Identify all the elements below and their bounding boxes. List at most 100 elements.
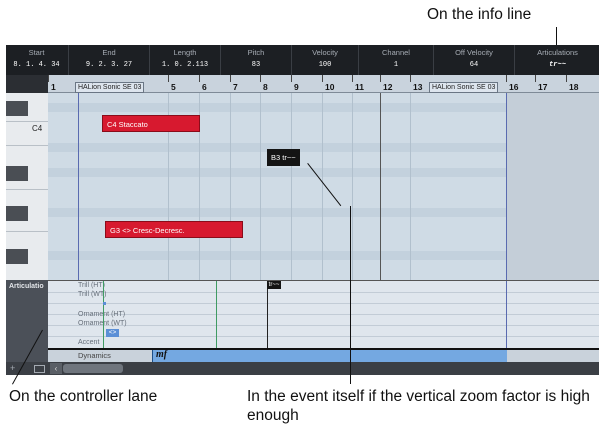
lane-row (48, 314, 599, 315)
ruler-bar-13: 13 (413, 82, 423, 92)
ruler-tick (230, 75, 231, 82)
info-end-label: End (102, 48, 116, 57)
key-divider (6, 189, 48, 190)
controller-lane-header[interactable]: Articulatio (6, 280, 48, 348)
black-key[interactable] (6, 166, 28, 181)
ruler-instrument-left: HALion Sonic SE 03 (75, 82, 145, 93)
ruler-bar-9: 9 (294, 82, 299, 92)
lane-row (48, 325, 599, 326)
ruler-bar-1: 1 (51, 82, 56, 92)
black-key[interactable] (6, 249, 28, 264)
note-c4-staccato[interactable]: C4 Staccato (102, 115, 200, 132)
leader-info-line (556, 27, 557, 45)
ruler-bar-7: 7 (233, 82, 238, 92)
info-velocity-label: Velocity (312, 48, 338, 57)
ruler-bar-8: 8 (263, 82, 268, 92)
ruler-tick (260, 75, 261, 82)
info-velocity-value[interactable]: 100 (292, 61, 358, 69)
note-grid[interactable]: C4 Staccato B3 tr~~ G3 <> Cresc-Decresc. (48, 93, 599, 280)
lane-marker-dot[interactable] (103, 302, 106, 305)
key-divider (6, 145, 48, 146)
black-key[interactable] (6, 101, 28, 116)
info-velocity[interactable]: Velocity 100 (291, 45, 358, 75)
callout-event-itself: In the event itself if the vertical zoom… (247, 388, 590, 424)
info-length-value[interactable]: 1. 0. 2.113 (150, 61, 220, 69)
articulation-trill-ht: Trill (HT) (78, 282, 105, 289)
bar-line (260, 93, 261, 280)
note-g3-cresc[interactable]: G3 <> Cresc-Decresc. (105, 221, 243, 238)
articulation-lane[interactable]: Trill (HT) Trill (WT) Ornament (HT) Orna… (48, 280, 599, 349)
key-divider (6, 231, 48, 232)
info-pitch-value[interactable]: 83 (221, 61, 291, 69)
ruler-bar-11: 11 (355, 82, 364, 92)
info-pitch-label: Pitch (247, 48, 265, 57)
ruler-bar-16: 16 (509, 82, 519, 92)
lane-marker-cresc[interactable]: <> (106, 329, 119, 337)
bar-line (410, 93, 411, 280)
timeline-ruler[interactable]: 1 HALion Sonic SE 03 5 6 7 8 9 10 11 12 … (48, 75, 599, 93)
lane-event-line (267, 281, 268, 349)
lane-toggle-icon[interactable] (34, 365, 45, 373)
ruler-tick (352, 75, 353, 82)
callout-controller-lane: On the controller lane (9, 388, 158, 405)
playback-cursor[interactable] (380, 93, 381, 280)
lane-row (48, 303, 599, 304)
info-off-velocity-value[interactable]: 64 (434, 61, 514, 69)
lane-row (48, 336, 599, 337)
info-start[interactable]: Start 8. 1. 4. 34 (6, 45, 67, 75)
info-channel[interactable]: Channel 1 (358, 45, 433, 75)
leader-event-vertical (350, 206, 351, 384)
info-length[interactable]: Length 1. 0. 2.113 (149, 45, 220, 75)
bar-line (322, 93, 323, 280)
bottom-bar: + ‹ (6, 362, 599, 375)
info-channel-value[interactable]: 1 (359, 61, 433, 69)
info-pitch[interactable]: Pitch 83 (220, 45, 291, 75)
black-key[interactable] (6, 206, 28, 221)
horizontal-scrollbar-thumb[interactable] (63, 364, 123, 373)
ruler-bar-5: 5 (171, 82, 176, 92)
part-boundary (506, 281, 507, 349)
ruler-bar-17: 17 (538, 82, 548, 92)
info-start-value[interactable]: 8. 1. 4. 34 (6, 61, 67, 69)
ruler-instrument-right: HALion Sonic SE 03 (429, 82, 499, 93)
bar-line (230, 93, 231, 280)
info-off-velocity[interactable]: Off Velocity 64 (433, 45, 514, 75)
outside-part-area (507, 93, 599, 280)
scroll-left-icon[interactable]: ‹ (50, 363, 62, 374)
info-start-label: Start (28, 48, 45, 57)
bar-line (352, 93, 353, 280)
info-articulations-label: Articulations (537, 48, 578, 57)
ruler-tick (291, 75, 292, 82)
ruler-bar-12: 12 (383, 82, 393, 92)
lane-event-line (103, 281, 104, 349)
info-line: Start 8. 1. 4. 34 End 9. 2. 3. 27 Length… (6, 45, 599, 75)
lane-title: Articulatio (9, 283, 44, 290)
info-articulations-value[interactable]: tr~~ (515, 61, 599, 69)
dynamics-bar[interactable]: mf (152, 349, 507, 362)
key-editor: Start 8. 1. 4. 34 End 9. 2. 3. 27 Length… (6, 45, 599, 375)
info-end-value[interactable]: 9. 2. 3. 27 (69, 61, 149, 69)
ruler-tick (506, 75, 507, 82)
articulation-ornament-ht: Ornament (HT) (78, 311, 126, 318)
ruler-tick (535, 75, 536, 82)
note-b3-trill[interactable]: B3 tr~~ (267, 149, 300, 166)
ruler-bar-18: 18 (569, 82, 579, 92)
articulation-accent: Accent (78, 339, 100, 346)
info-end[interactable]: End 9. 2. 3. 27 (68, 45, 149, 75)
info-off-velocity-label: Off Velocity (455, 48, 493, 57)
ruler-bar-10: 10 (325, 82, 335, 92)
part-boundary (78, 93, 79, 280)
dynamics-mf-symbol: mf (156, 349, 168, 360)
ruler-tick (566, 75, 567, 82)
c4-label: C4 (32, 124, 43, 133)
piano-keyboard[interactable]: C4 (6, 93, 49, 280)
ruler-tick (199, 75, 200, 82)
key-divider (6, 121, 48, 122)
lane-marker-trill[interactable]: tr~~ (267, 281, 281, 289)
dynamics-label: Dynamics (78, 351, 111, 360)
ruler-tick (410, 75, 411, 82)
info-channel-label: Channel (382, 48, 410, 57)
ruler-tick (322, 75, 323, 82)
info-articulations[interactable]: Articulations tr~~ (514, 45, 599, 75)
ruler-tick (168, 75, 169, 82)
